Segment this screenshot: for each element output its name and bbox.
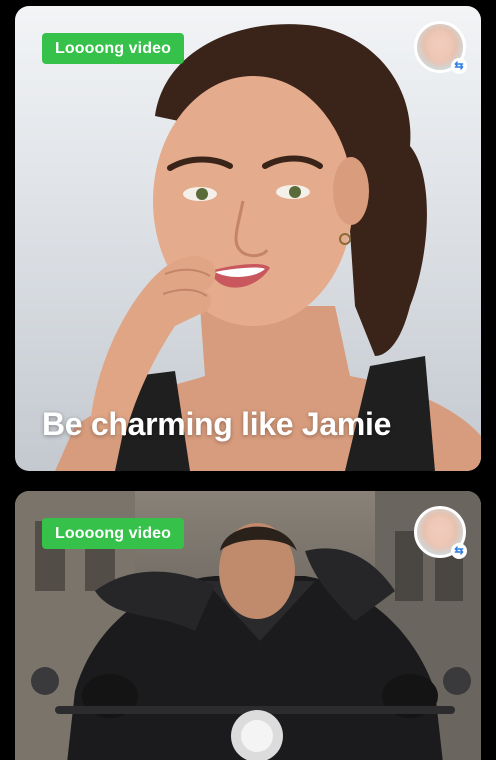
video-type-badge: Loooong video: [42, 33, 184, 64]
face-swap-avatar-icon[interactable]: ⇆: [414, 21, 467, 74]
face-swap-avatar-icon[interactable]: ⇆: [414, 506, 467, 559]
blurred-face: [427, 515, 453, 549]
template-caption: Be charming like Jamie: [42, 406, 392, 442]
video-type-badge: Loooong video: [42, 518, 184, 549]
blurred-face: [427, 30, 453, 64]
swap-arrows-icon: ⇆: [451, 543, 467, 559]
video-template-feed: Loooong video ⇆ Be charming like Jamie L…: [0, 0, 496, 760]
video-template-card[interactable]: Loooong video ⇆: [15, 491, 481, 760]
template-preview-image: [55, 24, 481, 471]
video-template-card[interactable]: Loooong video ⇆ Be charming like Jamie: [15, 6, 481, 471]
swap-arrows-icon: ⇆: [451, 58, 467, 74]
